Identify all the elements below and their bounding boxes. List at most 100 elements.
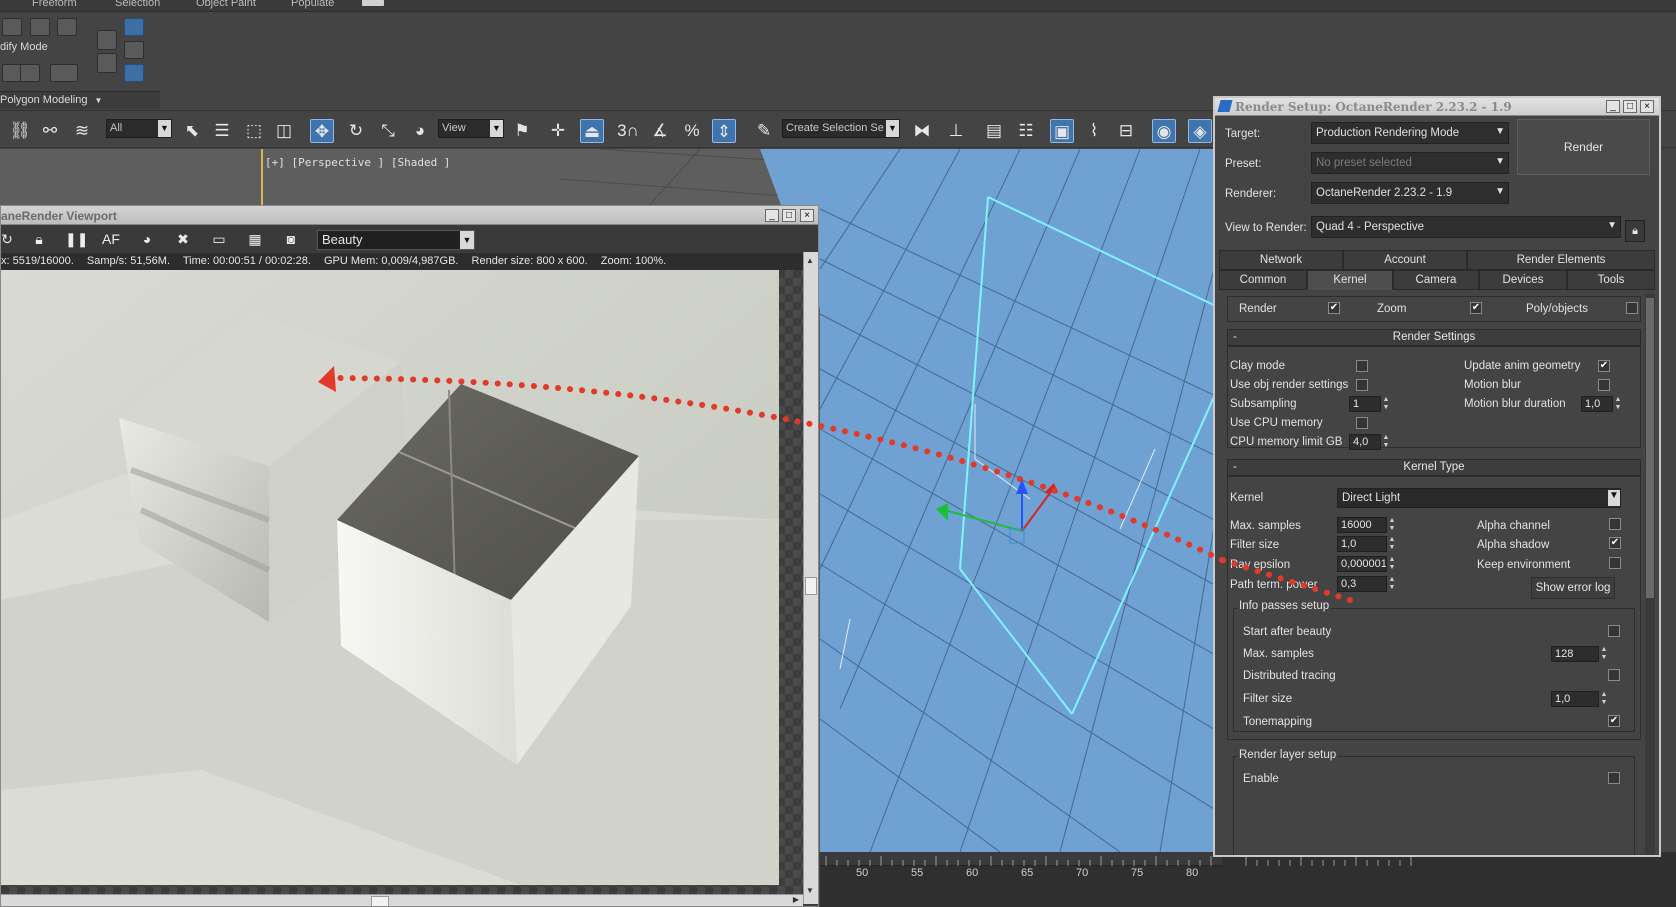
tab-network[interactable]: Network	[1219, 250, 1343, 270]
cpu-memory-limit-spinner[interactable]: ▲ ▼	[1381, 434, 1391, 450]
max-samples-spinner[interactable]: ▲ ▼	[1387, 517, 1397, 533]
info-max-samples-spinner[interactable]: ▲ ▼	[1599, 646, 1609, 662]
path-term-power-spinner[interactable]: ▲ ▼	[1387, 576, 1397, 592]
ribbon-pin-c-icon[interactable]	[124, 64, 144, 82]
bind-spacewarp-icon[interactable]: ≋	[70, 119, 94, 143]
select-manipulate-icon[interactable]: ✛	[546, 119, 570, 143]
ribbon-tab-object-paint[interactable]: Object Paint	[196, 0, 256, 9]
tab-account[interactable]: Account	[1343, 250, 1467, 270]
keep-environment-checkbox[interactable]	[1609, 557, 1621, 569]
camera-icon[interactable]: ◙	[281, 230, 301, 248]
keyboard-shortcut-override-icon[interactable]: ⏏	[580, 119, 604, 143]
move-icon[interactable]: ✥	[310, 119, 334, 143]
tab-tools[interactable]: Tools	[1567, 270, 1655, 290]
scene-explorer-icon[interactable]: ▤	[982, 119, 1006, 143]
motion-blur-checkbox[interactable]	[1598, 379, 1610, 391]
render-setup-icon[interactable]: ◈	[1188, 119, 1212, 143]
render-setup-window[interactable]: Render Setup: OctaneRender 2.23.2 - 1.9 …	[1213, 96, 1661, 857]
clay-mode-checkbox[interactable]	[1356, 360, 1368, 372]
pause-icon[interactable]: ❚❚	[65, 230, 88, 248]
kernel-dropdown[interactable]: Direct Light ▼	[1337, 488, 1621, 508]
ribbon-tool-b-icon[interactable]	[20, 64, 40, 82]
percent-snap-icon[interactable]: %	[680, 119, 704, 143]
render-pass-dropdown[interactable]: Beauty ▼	[317, 230, 475, 250]
timeline-ruler[interactable]	[820, 852, 1222, 866]
tab-kernel[interactable]: Kernel	[1307, 270, 1393, 290]
scroll-up-icon[interactable]: ▲	[806, 256, 816, 266]
modify-mode-label[interactable]: dify Mode	[0, 41, 48, 53]
ribbon-tool-c-icon[interactable]	[50, 64, 78, 82]
tab-render-elements[interactable]: Render Elements	[1467, 250, 1655, 270]
use-obj-render-settings-checkbox[interactable]	[1356, 379, 1368, 391]
info-filter-size-field[interactable]: 1,0	[1551, 691, 1599, 707]
horizontal-scrollbar[interactable]: ▶	[1, 894, 803, 906]
tonemapping-checkbox[interactable]: ✔	[1608, 715, 1620, 727]
render-button[interactable]: Render	[1517, 119, 1650, 175]
cpu-memory-limit-field[interactable]: 4,0	[1349, 434, 1381, 450]
material-editor-icon[interactable]: ◉	[1152, 119, 1176, 143]
film-region-icon[interactable]: ▦	[245, 230, 265, 248]
info-max-samples-field[interactable]: 128	[1551, 646, 1599, 662]
schematic-view-icon[interactable]: ⊟	[1114, 119, 1138, 143]
color-picker-icon[interactable]: ◕	[137, 230, 157, 248]
ribbon-tab-selection[interactable]: Selection	[115, 0, 160, 9]
layer-explorer-icon[interactable]: ☷	[1014, 119, 1038, 143]
curve-editor-icon[interactable]: ⌇	[1082, 119, 1106, 143]
rotate-icon[interactable]: ↻	[344, 119, 368, 143]
restart-render-icon[interactable]: ↻	[1, 230, 17, 248]
ribbon-pin-b-icon[interactable]	[124, 41, 144, 59]
target-dropdown[interactable]: Production Rendering Mode ▼	[1311, 122, 1509, 144]
preset-dropdown[interactable]: No preset selected ▼	[1311, 152, 1509, 174]
edit-named-selection-icon[interactable]: ✎	[752, 119, 776, 143]
vertical-scrollbar[interactable]: ▲ ▼	[803, 252, 818, 904]
alpha-shadow-checkbox[interactable]: ✔	[1609, 537, 1621, 549]
autofocus-icon[interactable]: AF	[101, 230, 121, 248]
align-icon[interactable]: ⊥	[944, 119, 968, 143]
region-render-icon[interactable]: ▭	[209, 230, 229, 248]
ribbon-loop-icon[interactable]	[2, 18, 22, 36]
horizontal-scroll-thumb[interactable]	[371, 896, 389, 906]
scroll-down-icon[interactable]: ▼	[806, 886, 816, 896]
scale-icon[interactable]: ⤡	[376, 119, 400, 143]
unlink-icon[interactable]: ⚯	[38, 119, 62, 143]
octane-viewport-window[interactable]: aneRender Viewport _ □ × ↻ 🔒︎ ❚❚ AF ◕ ✖ …	[0, 205, 819, 907]
place-icon[interactable]: ◕	[408, 119, 432, 143]
render-setup-titlebar[interactable]: Render Setup: OctaneRender 2.23.2 - 1.9 …	[1215, 98, 1659, 116]
subsampling-field[interactable]: 1	[1349, 396, 1381, 412]
rectangle-selection-icon[interactable]: ⬚	[242, 119, 266, 143]
ray-epsilon-field[interactable]: 0,000001	[1337, 556, 1387, 572]
vertical-scroll-thumb[interactable]	[805, 577, 817, 595]
selection-filter-dropdown[interactable]: All ▼	[106, 119, 172, 138]
snap-toggle-icon[interactable]: 3∩	[616, 119, 640, 143]
link-icon[interactable]: ⛓	[8, 119, 32, 143]
render-checkbox[interactable]: ✔	[1328, 302, 1340, 314]
render-settings-header[interactable]: - Render Settings	[1227, 329, 1641, 346]
ribbon-stack-a-icon[interactable]	[97, 30, 117, 50]
minimize-icon[interactable]: _	[765, 209, 779, 222]
ribbon-tab-freeform[interactable]: Freeform	[32, 0, 77, 9]
view-to-render-dropdown[interactable]: Quad 4 - Perspective ▼	[1311, 216, 1621, 238]
lock-icon[interactable]: 🔒︎	[29, 230, 49, 248]
ribbon-cube-icon[interactable]	[57, 18, 77, 36]
reference-coordinate-dropdown[interactable]: View ▼	[438, 119, 504, 138]
close-icon[interactable]: ×	[1640, 100, 1654, 113]
select-by-name-icon[interactable]: ☰	[210, 119, 234, 143]
named-selection-dropdown[interactable]: Create Selection Se ▼	[782, 119, 900, 138]
maximize-icon[interactable]: □	[782, 209, 796, 222]
kernel-type-header[interactable]: - Kernel Type	[1227, 459, 1641, 476]
ribbon-stack-b-icon[interactable]	[97, 53, 117, 73]
select-object-icon[interactable]: ⬉	[180, 119, 204, 143]
window-crossing-icon[interactable]: ◫	[272, 119, 296, 143]
update-anim-geometry-checkbox[interactable]: ✔	[1598, 360, 1610, 372]
ribbon-options-icon[interactable]	[362, 0, 384, 6]
use-cpu-memory-checkbox[interactable]	[1356, 417, 1368, 429]
octane-render-canvas[interactable]	[1, 270, 803, 904]
viewport-label[interactable]: [+] [Perspective ] [Shaded ]	[265, 156, 450, 169]
subsampling-spinner[interactable]: ▲ ▼	[1381, 396, 1391, 412]
render-layer-enable-checkbox[interactable]	[1608, 772, 1620, 784]
ribbon-tool-a-icon[interactable]	[2, 64, 22, 82]
material-picker-icon[interactable]: ✖	[173, 230, 193, 248]
pivot-center-icon[interactable]: ⚑	[510, 119, 534, 143]
spinner-snap-icon[interactable]: ⇕	[712, 119, 736, 143]
zoom-checkbox[interactable]: ✔	[1470, 302, 1482, 314]
